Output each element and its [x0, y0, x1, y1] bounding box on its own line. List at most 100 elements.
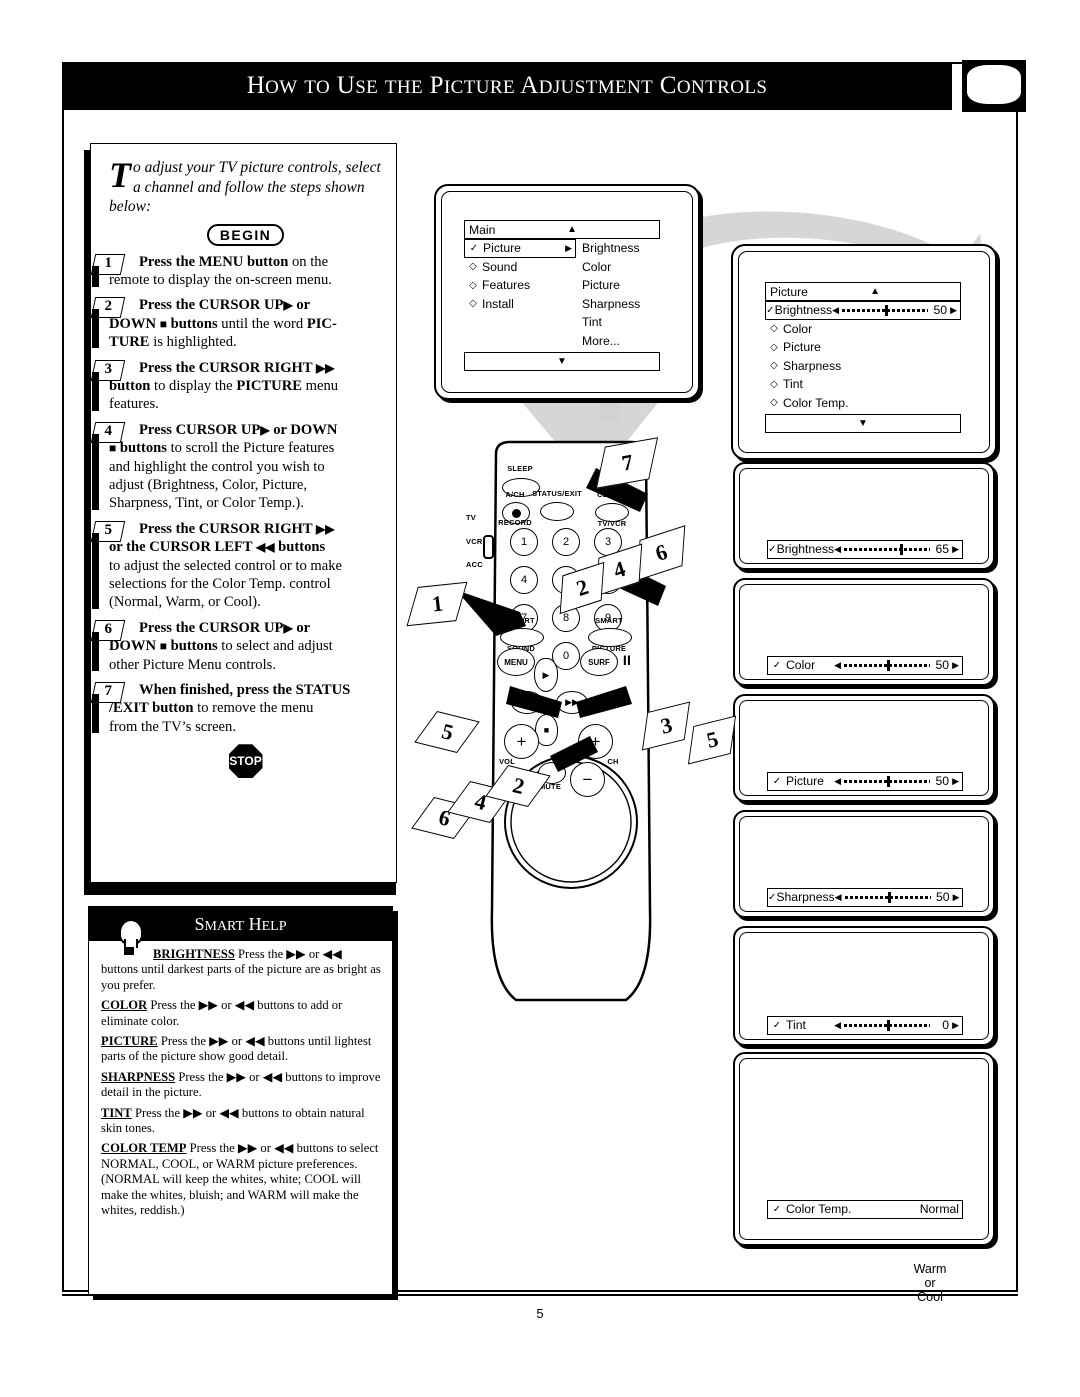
- menu-item-marker-icon: ◇: [770, 323, 778, 335]
- slider-control[interactable]: ◀ 0 ▶: [834, 1018, 959, 1032]
- picture-menu-item-sharpness[interactable]: ◇ Sharpness: [765, 357, 961, 376]
- smart-help-entry: COLOR TEMP Press the ▶▶ or ◀◀ buttons to…: [101, 1141, 382, 1218]
- slider-track[interactable]: [844, 776, 931, 788]
- submenu-arrow-icon: ▶: [565, 242, 572, 253]
- step-text-line: to adjust the selected control or to mak…: [109, 557, 343, 574]
- slider-track[interactable]: [844, 1020, 931, 1032]
- slider-left-arrow-icon[interactable]: ◀: [834, 1020, 841, 1031]
- slider-knob: [887, 776, 891, 788]
- menu-item-marker-icon: ◇: [770, 378, 778, 390]
- adjust-screen-color: ✓ Color ◀ 50 ▶: [733, 578, 995, 686]
- step-text-line: Press the MENU button on the: [139, 253, 329, 270]
- scroll-up-icon[interactable]: ▲: [870, 286, 880, 297]
- slider-right-arrow-icon[interactable]: ▶: [952, 1020, 959, 1031]
- menu-item-label: Picture: [783, 340, 821, 355]
- slider-left-arrow-icon[interactable]: ◀: [834, 776, 841, 787]
- picture-submenu-item[interactable]: Picture: [582, 276, 672, 295]
- slider-left-arrow-icon[interactable]: ◀: [835, 892, 842, 903]
- step-rule: [92, 694, 99, 733]
- warm-line: Warm: [913, 1262, 947, 1276]
- slider-control[interactable]: ◀ 50 ▶: [834, 774, 959, 788]
- smart-help-entry: SHARPNESS Press the ▶▶ or ◀◀ buttons to …: [101, 1070, 382, 1101]
- step-text-line: Press the CURSOR RIGHT ▶▶: [139, 359, 335, 376]
- adjust-bar-tint[interactable]: ✓ Tint ◀ 0 ▶: [767, 1016, 963, 1035]
- cool-line: Cool: [917, 1290, 943, 1304]
- slider-control[interactable]: ◀ 50 ▶: [832, 303, 957, 317]
- slider-track[interactable]: [844, 892, 931, 904]
- adjust-bar-colortemp[interactable]: ✓ Color Temp. Normal: [767, 1200, 963, 1219]
- step-text-line: /EXIT button to remove the menu: [109, 700, 314, 717]
- slider-left-arrow-icon[interactable]: ◀: [832, 305, 839, 316]
- slider-track[interactable]: [842, 305, 929, 317]
- slider-right-arrow-icon[interactable]: ▶: [953, 892, 960, 903]
- scroll-down-icon[interactable]: ▼: [858, 418, 868, 429]
- smart-help-term: TINT: [101, 1105, 132, 1120]
- slider-left-arrow-icon[interactable]: ◀: [834, 660, 841, 671]
- intro-dropcap: T: [109, 155, 131, 195]
- instruction-panel: To adjust your TV picture controls, sele…: [90, 143, 397, 883]
- menu-item-label: Features: [482, 278, 531, 293]
- slider-control[interactable]: ◀ 50 ▶: [835, 890, 960, 904]
- slider-right-arrow-icon[interactable]: ▶: [950, 305, 957, 316]
- slider-knob: [887, 660, 891, 672]
- adjust-bar-picture[interactable]: ✓ Picture ◀ 50 ▶: [767, 772, 963, 791]
- main-menu-item-sound[interactable]: ◇ Sound: [464, 258, 576, 277]
- step-text-line: other Picture Menu controls.: [109, 656, 276, 673]
- smart-help-entry: COLOR Press the ▶▶ or ◀◀ buttons to add …: [101, 998, 382, 1029]
- adjust-bar-sharpness[interactable]: ✓ Sharpness ◀ 50 ▶: [767, 888, 963, 907]
- adjust-bar-color[interactable]: ✓ Color ◀ 50 ▶: [767, 656, 963, 675]
- step-text-line: Press the CURSOR RIGHT ▶▶: [139, 520, 335, 537]
- picture-submenu-item[interactable]: Brightness: [582, 239, 672, 258]
- main-menu-osd: Main ▲ ✓ Picture ▶ ◇ Sound ◇ Features ◇ Install …: [464, 220, 672, 371]
- step-rule: [92, 434, 99, 510]
- picture-submenu-item[interactable]: Color: [582, 258, 672, 277]
- menu-item-label: Sound: [482, 259, 518, 274]
- slider-control[interactable]: ◀ 65 ▶: [834, 542, 959, 556]
- step-text-line: ■ buttons to scroll the Picture features: [109, 440, 335, 457]
- warm-or-cool-note: Warm or Cool: [880, 1262, 980, 1304]
- slider-value: 50: [935, 658, 950, 673]
- step-text-line: TURE is highlighted.: [109, 334, 237, 351]
- step-text-line: and highlight the control you wish to: [109, 458, 325, 475]
- main-menu-item-install[interactable]: ◇ Install: [464, 295, 576, 314]
- scroll-up-icon[interactable]: ▲: [567, 224, 577, 235]
- picture-menu-footer-row: ▼: [765, 414, 961, 433]
- menu-item-marker-icon: ✓: [772, 775, 782, 787]
- picture-submenu-item[interactable]: Tint: [582, 313, 672, 332]
- scroll-down-icon[interactable]: ▼: [557, 356, 567, 367]
- steps-list: 1 Press the MENU button on the remote to d…: [90, 253, 382, 737]
- menu-item-marker-icon: ◇: [469, 298, 477, 310]
- main-menu-left-column: ✓ Picture ▶ ◇ Sound ◇ Features ◇ Install: [464, 239, 576, 350]
- menu-item-label: Picture: [483, 241, 521, 256]
- picture-menu-item-picture[interactable]: ◇ Picture: [765, 338, 961, 357]
- step-text-line: Press the CURSOR UP▶ or: [139, 297, 311, 314]
- picture-submenu-item[interactable]: More...: [582, 332, 672, 351]
- main-menu-item-picture[interactable]: ✓ Picture ▶: [464, 239, 576, 258]
- main-menu-item-features[interactable]: ◇ Features: [464, 276, 576, 295]
- picture-menu-item-colortemp[interactable]: ◇ Color Temp.: [765, 394, 961, 413]
- slider-right-arrow-icon[interactable]: ▶: [952, 776, 959, 787]
- slider-track[interactable]: [844, 544, 931, 556]
- menu-item-label: Color: [786, 658, 816, 673]
- menu-item-marker-icon: ◇: [770, 397, 778, 409]
- step-1: 1 Press the MENU button on the remote to d…: [90, 253, 382, 290]
- picture-menu-item-brightness[interactable]: ✓ Brightness ◀ 50 ▶: [765, 301, 961, 320]
- adjust-bar-brightness[interactable]: ✓ Brightness ◀ 65 ▶: [767, 540, 963, 559]
- slider-right-arrow-icon[interactable]: ▶: [952, 544, 959, 555]
- step-text-line: (Normal, Warm, or Cool).: [109, 594, 261, 611]
- step-6: 6 Press the CURSOR UP▶ or DOWN ■ buttons t…: [90, 619, 382, 674]
- slider-control[interactable]: ◀ 50 ▶: [834, 658, 959, 672]
- picture-menu-item-color[interactable]: ◇ Color: [765, 320, 961, 339]
- intro-text: o adjust your TV picture controls, selec…: [109, 159, 381, 215]
- menu-item-marker-icon: ✓: [469, 242, 479, 254]
- slider-right-arrow-icon[interactable]: ▶: [952, 660, 959, 671]
- adjust-value-text: Normal: [919, 1202, 959, 1217]
- smart-help-title: SMART HELP: [194, 914, 287, 934]
- page-number: 5: [536, 1306, 544, 1321]
- picture-submenu-item[interactable]: Sharpness: [582, 295, 672, 314]
- picture-menu-item-tint[interactable]: ◇ Tint: [765, 375, 961, 394]
- slider-value: 50: [933, 303, 948, 318]
- slider-left-arrow-icon[interactable]: ◀: [834, 544, 841, 555]
- slider-track[interactable]: [844, 660, 931, 672]
- menu-item-label: Color: [783, 321, 813, 336]
